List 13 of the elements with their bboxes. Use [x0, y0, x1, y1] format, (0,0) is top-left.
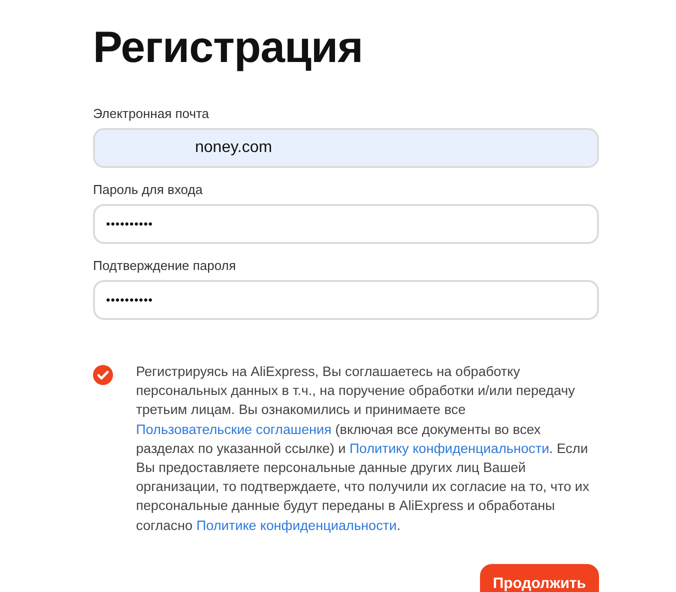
- policy-link[interactable]: Пользовательские соглашения: [136, 422, 332, 437]
- consent-text: Регистрируясь на AliExpress, Вы соглашаетесь на обработку персональных данных в т.ч., на поручение обработки и/или передачу третьим лицам. Вы ознакомились и принимаете все Пользовательские соглашения (включая все документы во всех разделах по указанной ссылке) и Политику конфиденциальности. Если Вы предоставляете персональные данные других лиц Вашей организации, то подтверждаете, что получили их согласие на то, что их персональные данные будут переданы в AliExpress и обработаны согласно Политике конфиденциальности.: [136, 363, 590, 535]
- input-field[interactable]: ••••••••••: [93, 280, 599, 320]
- field-label: Подтверждение пароля: [93, 258, 237, 273]
- input-field[interactable]: noney.com: [93, 128, 599, 168]
- policy-link[interactable]: Политике конфиденциальности: [196, 518, 397, 533]
- field-label: Электронная почта: [93, 106, 210, 121]
- continue-button[interactable]: Продолжить: [480, 564, 599, 592]
- field-label: Пароль для входа: [93, 182, 204, 197]
- checkbox[interactable]: [93, 365, 113, 385]
- policy-link[interactable]: Политику конфиденциальности: [350, 440, 550, 456]
- page-title: Регистрация: [93, 22, 364, 74]
- input-field[interactable]: ••••••••••: [93, 204, 599, 244]
